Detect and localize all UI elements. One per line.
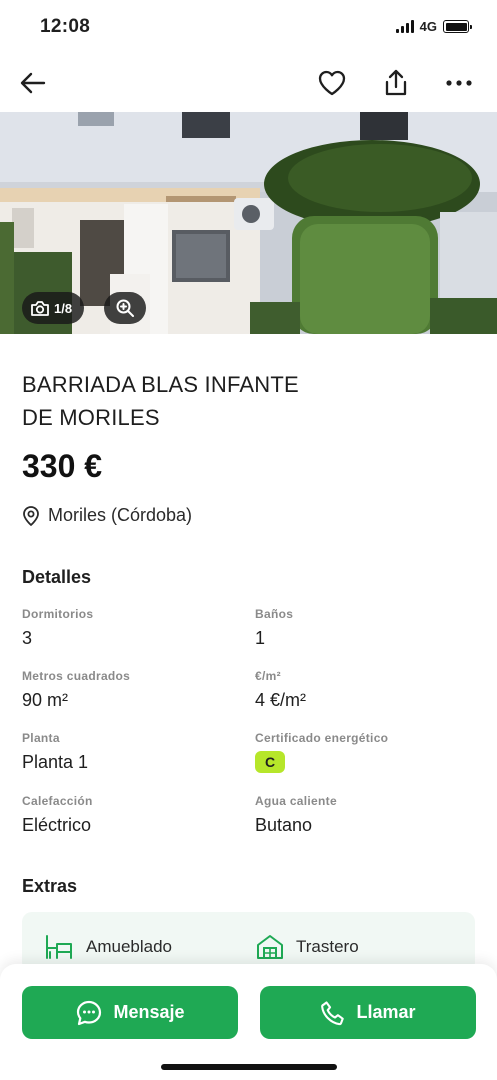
detail-label: Metros cuadrados [22,669,131,683]
home-indicator[interactable] [161,1064,337,1070]
favorite-button[interactable] [313,64,351,102]
listing-title-line1: BARRIADA BLAS INFANTE [22,372,299,397]
listing-price: 330 € [22,448,103,484]
chat-bubble-icon [77,1000,102,1025]
listing-title-line2: DE MORILES [22,405,160,430]
detail-value: 1 [255,628,266,648]
status-indicators: 4G [395,19,472,34]
contact-action-bar: Mensaje Llamar [0,964,497,1080]
back-button[interactable] [14,64,52,102]
detail-square-meters: Metros cuadrados 90 m² [22,669,242,711]
call-button[interactable]: Llamar [260,986,476,1039]
photo-gallery[interactable]: 1/8 [0,112,497,334]
detail-value: Butano [255,815,313,835]
photo-counter[interactable]: 1/8 [22,292,85,324]
detail-value: 4 €/m² [255,690,307,710]
extra-item-furnished: Amueblado [44,934,172,960]
zoom-in-icon [116,299,134,317]
camera-icon [31,300,49,316]
detail-value: 90 m² [22,690,69,710]
message-button[interactable]: Mensaje [22,986,238,1039]
heart-icon [318,70,346,96]
zoom-button[interactable] [104,292,146,324]
listing-title: BARRIADA BLAS INFANTE DE MORILES [22,368,462,434]
detail-label: Planta [22,731,60,745]
status-time: 12:08 [40,16,91,37]
status-bar: 12:08 4G [0,0,497,56]
extra-item-label: Trastero [296,937,359,956]
detail-heating: Calefacción Eléctrico [22,794,242,836]
detail-energy-certificate: Certificado energético C [255,731,475,773]
detail-hot-water: Agua caliente Butano [255,794,475,836]
share-icon [385,69,407,96]
detail-label: €/m² [255,669,281,683]
detail-bedrooms: Dormitorios 3 [22,607,242,649]
message-button-label: Mensaje [113,1002,185,1022]
detail-label: Agua caliente [255,794,337,808]
arrow-left-icon [20,72,46,94]
detail-bathrooms: Baños 1 [255,607,475,649]
detail-label: Calefacción [22,794,93,808]
location-text: Moriles (Córdoba) [48,505,193,525]
phone-icon [321,1000,345,1025]
top-nav-bar [0,58,497,108]
detail-value: 3 [22,628,33,648]
more-options-button[interactable] [440,64,478,102]
listing-location: Moriles (Córdoba) [22,505,192,526]
network-type: 4G [419,19,437,34]
extras-list: Amueblado Trastero [22,912,475,972]
photo-counter-text: 1/8 [54,300,73,316]
call-button-label: Llamar [356,1002,416,1022]
share-button[interactable] [377,64,415,102]
more-horizontal-icon [446,80,472,86]
battery-icon [443,20,472,33]
furniture-icon [46,935,72,959]
detail-value: Eléctrico [22,815,92,835]
signal-icon [395,20,414,33]
storage-room-icon [257,935,283,959]
details-title: Detalles [22,567,92,587]
location-pin-icon [23,505,39,526]
detail-label: Dormitorios [22,607,94,621]
detail-floor: Planta Planta 1 [22,731,242,773]
extras-title: Extras [22,876,78,896]
extra-item-label: Amueblado [86,937,173,956]
detail-price-per-m2: €/m² 4 €/m² [255,669,475,711]
extra-item-storage: Trastero [256,934,359,960]
detail-label: Certificado energético [255,731,389,745]
detail-label: Baños [255,607,294,621]
detail-value: Planta 1 [22,752,89,772]
energy-rating-badge: C [255,751,285,773]
